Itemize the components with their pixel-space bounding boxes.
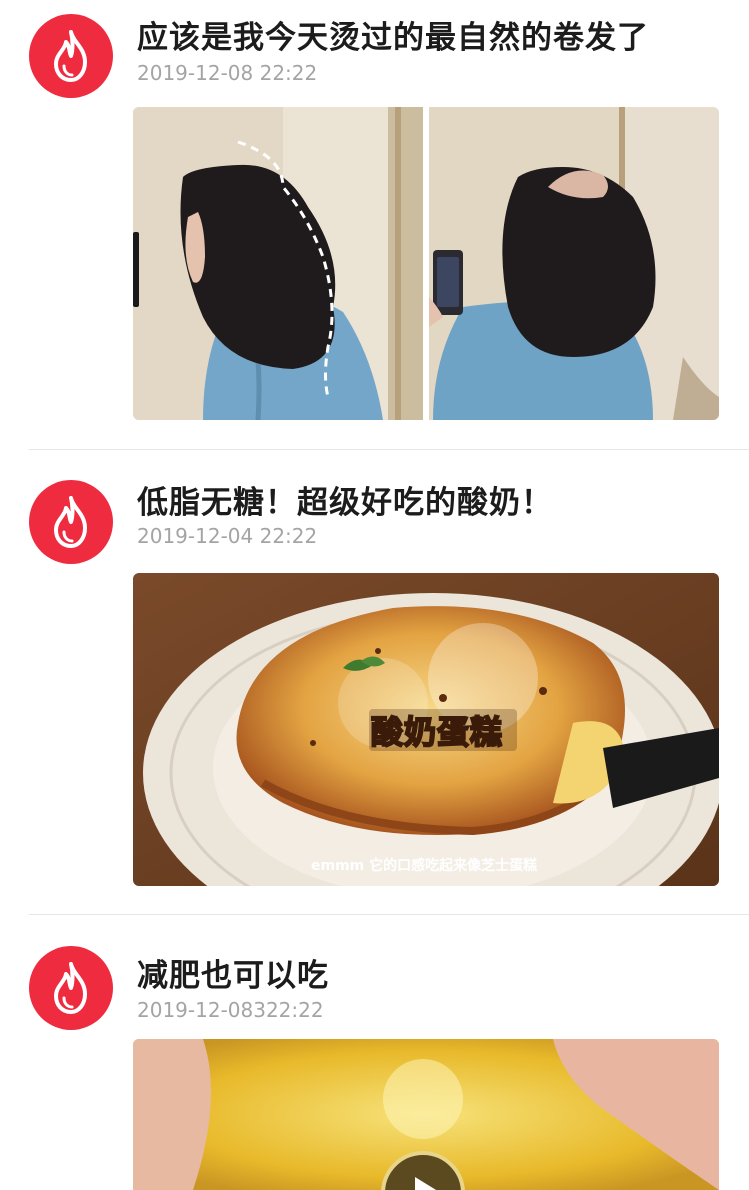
post-video[interactable] <box>133 1039 719 1190</box>
video-caption: emmm 它的口感吃起来像芝士蛋糕 <box>311 858 538 874</box>
flame-icon <box>54 496 87 548</box>
flame-icon <box>54 962 87 1014</box>
divider <box>29 449 749 450</box>
post-date: 2019-12-04 22:22 <box>137 524 318 548</box>
post-image[interactable] <box>133 107 719 420</box>
divider <box>29 914 749 915</box>
post-image[interactable]: 酸奶蛋糕 emmm 它的口感吃起来像芝士蛋糕 <box>133 573 719 886</box>
avatar[interactable] <box>29 480 113 564</box>
post-date: 2019-12-08 22:22 <box>137 61 318 85</box>
overlay-text: 酸奶蛋糕 <box>370 712 504 752</box>
post-title[interactable]: 低脂无糖！超级好吃的酸奶！ <box>137 477 553 522</box>
play-icon[interactable] <box>381 1151 465 1190</box>
flame-icon <box>54 30 87 82</box>
avatar[interactable] <box>29 14 113 98</box>
post-date: 2019-12-08322:22 <box>137 998 324 1022</box>
post-title[interactable]: 应该是我今天烫过的最自然的卷发了 <box>137 12 649 57</box>
post-title[interactable]: 减肥也可以吃 <box>137 950 329 995</box>
avatar[interactable] <box>29 946 113 1030</box>
